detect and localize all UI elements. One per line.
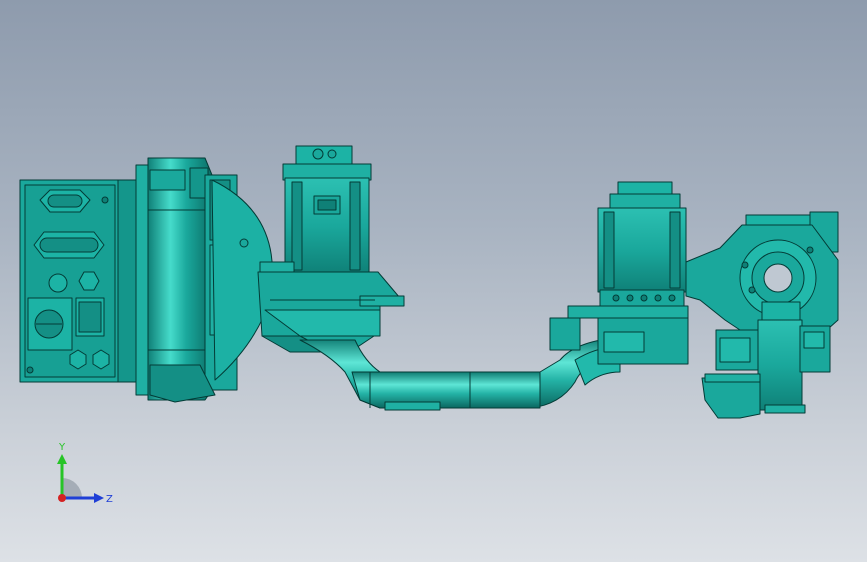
x-axis-dot — [58, 494, 66, 502]
base-junction-box[interactable] — [19, 179, 121, 383]
j3-motor[interactable] — [567, 181, 689, 365]
j2-motor[interactable] — [259, 145, 372, 277]
j1-flange-housing[interactable] — [117, 157, 274, 403]
z-axis-label: Z — [106, 494, 113, 505]
robot-arm-model[interactable] — [0, 0, 867, 562]
z-axis-arrowhead — [94, 493, 104, 503]
y-axis-label: Y — [58, 442, 66, 453]
cad-viewport[interactable]: Y Z — [0, 0, 867, 562]
triad-quadrant — [62, 478, 82, 498]
wrist-assembly[interactable] — [685, 211, 839, 419]
axis-triad: Y Z — [57, 442, 113, 505]
y-axis-arrowhead — [57, 454, 67, 464]
